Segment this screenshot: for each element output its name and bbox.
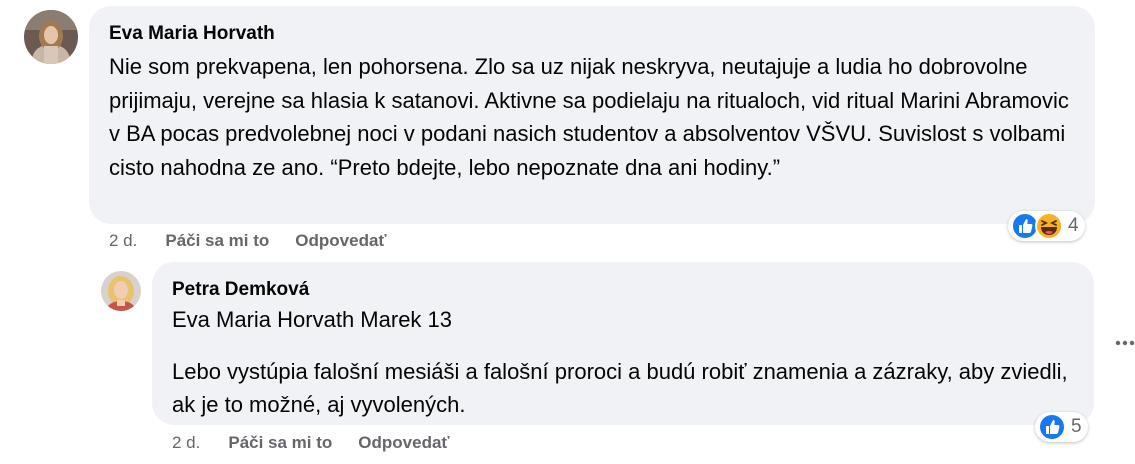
comment-thread: Eva Maria Horvath Nie som prekvapena, le… <box>0 0 1135 464</box>
comment-author[interactable]: Eva Maria Horvath <box>109 22 1075 46</box>
reply-timestamp[interactable]: 2 d. <box>172 433 200 453</box>
comment-timestamp[interactable]: 2 d. <box>109 231 137 251</box>
comment-text: Nie som prekvapena, len pohorsena. Zlo s… <box>109 54 1069 180</box>
reaction-summary[interactable]: 5 <box>1035 412 1088 442</box>
profile-photo <box>101 271 141 311</box>
like-button[interactable]: Páči sa mi to <box>165 231 269 251</box>
haha-icon <box>1035 212 1063 240</box>
avatar[interactable] <box>24 10 78 64</box>
reply-text: Lebo vystúpia falošní mesiáši a falošní … <box>172 359 1068 417</box>
reply-mention-line: Eva Maria Horvath Marek 13 <box>172 305 1074 335</box>
like-icon <box>1038 413 1066 441</box>
more-options-icon[interactable] <box>1113 333 1135 353</box>
comment-bubble: Eva Maria Horvath Nie som prekvapena, le… <box>89 6 1095 224</box>
mention-link[interactable]: Eva Maria Horvath <box>172 307 354 332</box>
mention-suffix: Marek 13 <box>354 307 453 332</box>
avatar[interactable] <box>101 271 141 311</box>
reaction-count: 4 <box>1068 215 1079 236</box>
reply-bubble: Petra Demková Eva Maria Horvath Marek 13… <box>152 262 1094 425</box>
profile-photo <box>24 10 78 64</box>
reply-button[interactable]: Odpovedať <box>358 433 449 453</box>
reply-actions: 2 d. Páči sa mi to Odpovedať <box>172 431 476 455</box>
comment-actions: 2 d. Páči sa mi to Odpovedať <box>109 229 413 253</box>
reply-button[interactable]: Odpovedať <box>295 231 386 251</box>
reaction-count: 5 <box>1071 416 1082 437</box>
like-button[interactable]: Páči sa mi to <box>228 433 332 453</box>
reaction-summary[interactable]: 4 <box>1008 211 1085 241</box>
reply-author[interactable]: Petra Demková <box>172 278 1074 302</box>
